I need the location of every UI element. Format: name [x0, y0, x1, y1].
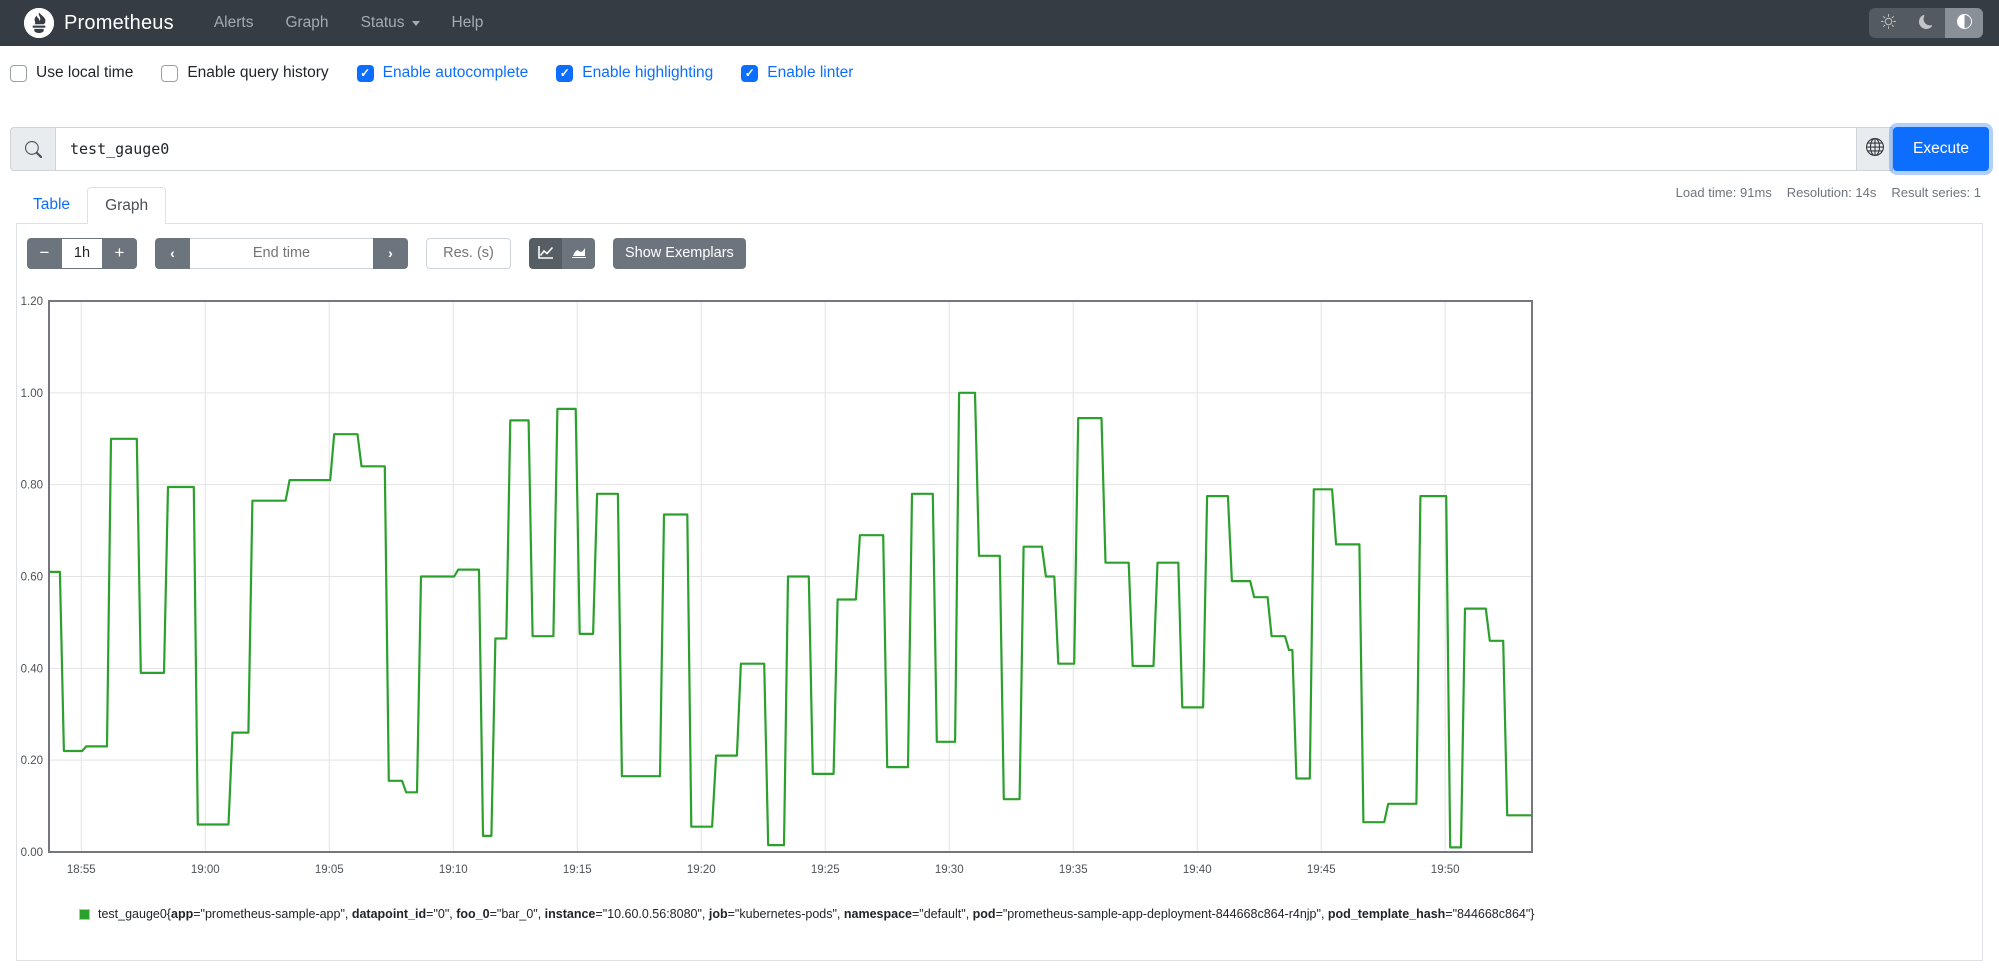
chevron-down-icon: [411, 20, 420, 26]
query-row: Execute: [10, 127, 1989, 171]
checkbox-enable-query-history[interactable]: ✓: [161, 64, 179, 82]
checkbox-use-local-time[interactable]: ✓: [10, 64, 27, 82]
nav-item-help[interactable]: Help: [440, 6, 496, 40]
graph-controls: − 1h + ‹ ›: [17, 224, 1982, 269]
stacked-chart-icon: [571, 245, 587, 262]
prometheus-logo-icon: [24, 8, 54, 38]
series-label: test_gauge0{app="prometheus-sample-app",…: [98, 907, 1535, 921]
query-input[interactable]: [55, 127, 1857, 171]
line-chart-icon: [537, 245, 554, 262]
svg-text:1.20: 1.20: [21, 296, 43, 308]
svg-text:19:40: 19:40: [1183, 864, 1212, 876]
theme-toggle-group: [1869, 8, 1983, 38]
check-icon: ✓: [360, 66, 371, 80]
tab-graph[interactable]: Graph: [87, 187, 167, 224]
svg-text:1.00: 1.00: [21, 388, 43, 400]
resolution-input[interactable]: [426, 237, 511, 269]
tab-table[interactable]: Table: [16, 187, 87, 223]
nav-item-alerts[interactable]: Alerts: [202, 6, 266, 40]
option-enable-query-history[interactable]: ✓Enable query history: [161, 64, 329, 82]
svg-text:0.20: 0.20: [21, 755, 43, 767]
svg-text:18:55: 18:55: [67, 864, 96, 876]
option-use-local-time[interactable]: ✓Use local time: [10, 64, 133, 82]
query-stats: Load time: 91ms Resolution: 14s Result s…: [1676, 185, 1981, 200]
svg-text:0.80: 0.80: [21, 480, 43, 492]
moon-icon: [1919, 14, 1933, 32]
checkbox-enable-highlighting[interactable]: ✓: [556, 64, 574, 82]
svg-text:19:30: 19:30: [935, 864, 964, 876]
metrics-explorer-button[interactable]: [1857, 127, 1893, 171]
svg-text:19:20: 19:20: [687, 864, 716, 876]
contrast-icon: [1956, 14, 1972, 32]
nav-item-graph[interactable]: Graph: [273, 6, 340, 40]
resolution: Resolution: 14s: [1786, 185, 1877, 200]
endtime-control: ‹ ›: [155, 237, 408, 269]
svg-text:19:05: 19:05: [315, 864, 344, 876]
checkbox-enable-autocomplete[interactable]: ✓: [356, 64, 374, 82]
range-input[interactable]: 1h: [62, 237, 102, 269]
line-chart-toggle-button[interactable]: [529, 237, 562, 269]
stacked-chart-toggle-button[interactable]: [562, 237, 595, 269]
svg-text:19:50: 19:50: [1431, 864, 1460, 876]
end-time-input[interactable]: [190, 237, 373, 269]
svg-text:0.60: 0.60: [21, 572, 43, 584]
prometheus-brand[interactable]: Prometheus: [24, 8, 174, 38]
chevron-right-icon: ›: [388, 245, 393, 261]
auto-theme-button[interactable]: [1945, 8, 1983, 38]
range-decrease-button[interactable]: −: [27, 237, 62, 269]
options-row: ✓Use local time ✓Enable query history ✓E…: [10, 60, 1989, 86]
option-enable-autocomplete[interactable]: ✓ Enable autocomplete: [356, 64, 528, 82]
navbar: Prometheus Alerts Graph Status Help: [0, 0, 1999, 46]
light-theme-button[interactable]: [1869, 8, 1907, 38]
svg-text:19:15: 19:15: [563, 864, 592, 876]
globe-icon: [1865, 137, 1884, 161]
option-enable-highlighting[interactable]: ✓ Enable highlighting: [556, 64, 713, 82]
sun-icon: [1880, 14, 1896, 32]
svg-text:19:35: 19:35: [1059, 864, 1088, 876]
result-series: Result series: 1: [1891, 185, 1981, 200]
range-increase-button[interactable]: +: [102, 237, 137, 269]
metric-graph[interactable]: 0.00 0.20 0.40 0.60 0.80 1.00 1.20 18:55 19:00 19…: [9, 296, 1554, 881]
svg-text:19:00: 19:00: [191, 864, 220, 876]
execute-button[interactable]: Execute: [1893, 127, 1989, 171]
svg-text:0.00: 0.00: [21, 847, 43, 859]
results-panel: Load time: 91ms Resolution: 14s Result s…: [16, 185, 1983, 961]
option-enable-linter[interactable]: ✓ Enable linter: [741, 64, 853, 82]
range-control: − 1h +: [27, 237, 137, 269]
time-back-button[interactable]: ‹: [155, 237, 190, 269]
search-icon: [10, 127, 55, 171]
chart-type-toggle: [529, 237, 595, 269]
check-icon: ✓: [744, 66, 755, 80]
graph-panel: − 1h + ‹ ›: [16, 224, 1983, 961]
checkbox-enable-linter[interactable]: ✓: [741, 64, 759, 82]
load-time: Load time: 91ms: [1675, 185, 1772, 200]
nav-menu: Alerts Graph Status Help: [202, 6, 496, 40]
show-exemplars-button[interactable]: Show Exemplars: [613, 237, 746, 269]
svg-text:19:45: 19:45: [1307, 864, 1336, 876]
time-forward-button[interactable]: ›: [373, 237, 408, 269]
svg-text:19:25: 19:25: [811, 864, 840, 876]
series-color-swatch: [79, 908, 90, 920]
brand-title: Prometheus: [64, 11, 174, 34]
svg-text:19:10: 19:10: [439, 864, 468, 876]
nav-item-status[interactable]: Status: [349, 6, 432, 40]
svg-text:0.40: 0.40: [21, 663, 43, 675]
check-icon: ✓: [559, 66, 570, 80]
series-legend[interactable]: test_gauge0{app="prometheus-sample-app",…: [79, 907, 1982, 921]
chevron-left-icon: ‹: [170, 245, 175, 261]
dark-theme-button[interactable]: [1907, 8, 1945, 38]
